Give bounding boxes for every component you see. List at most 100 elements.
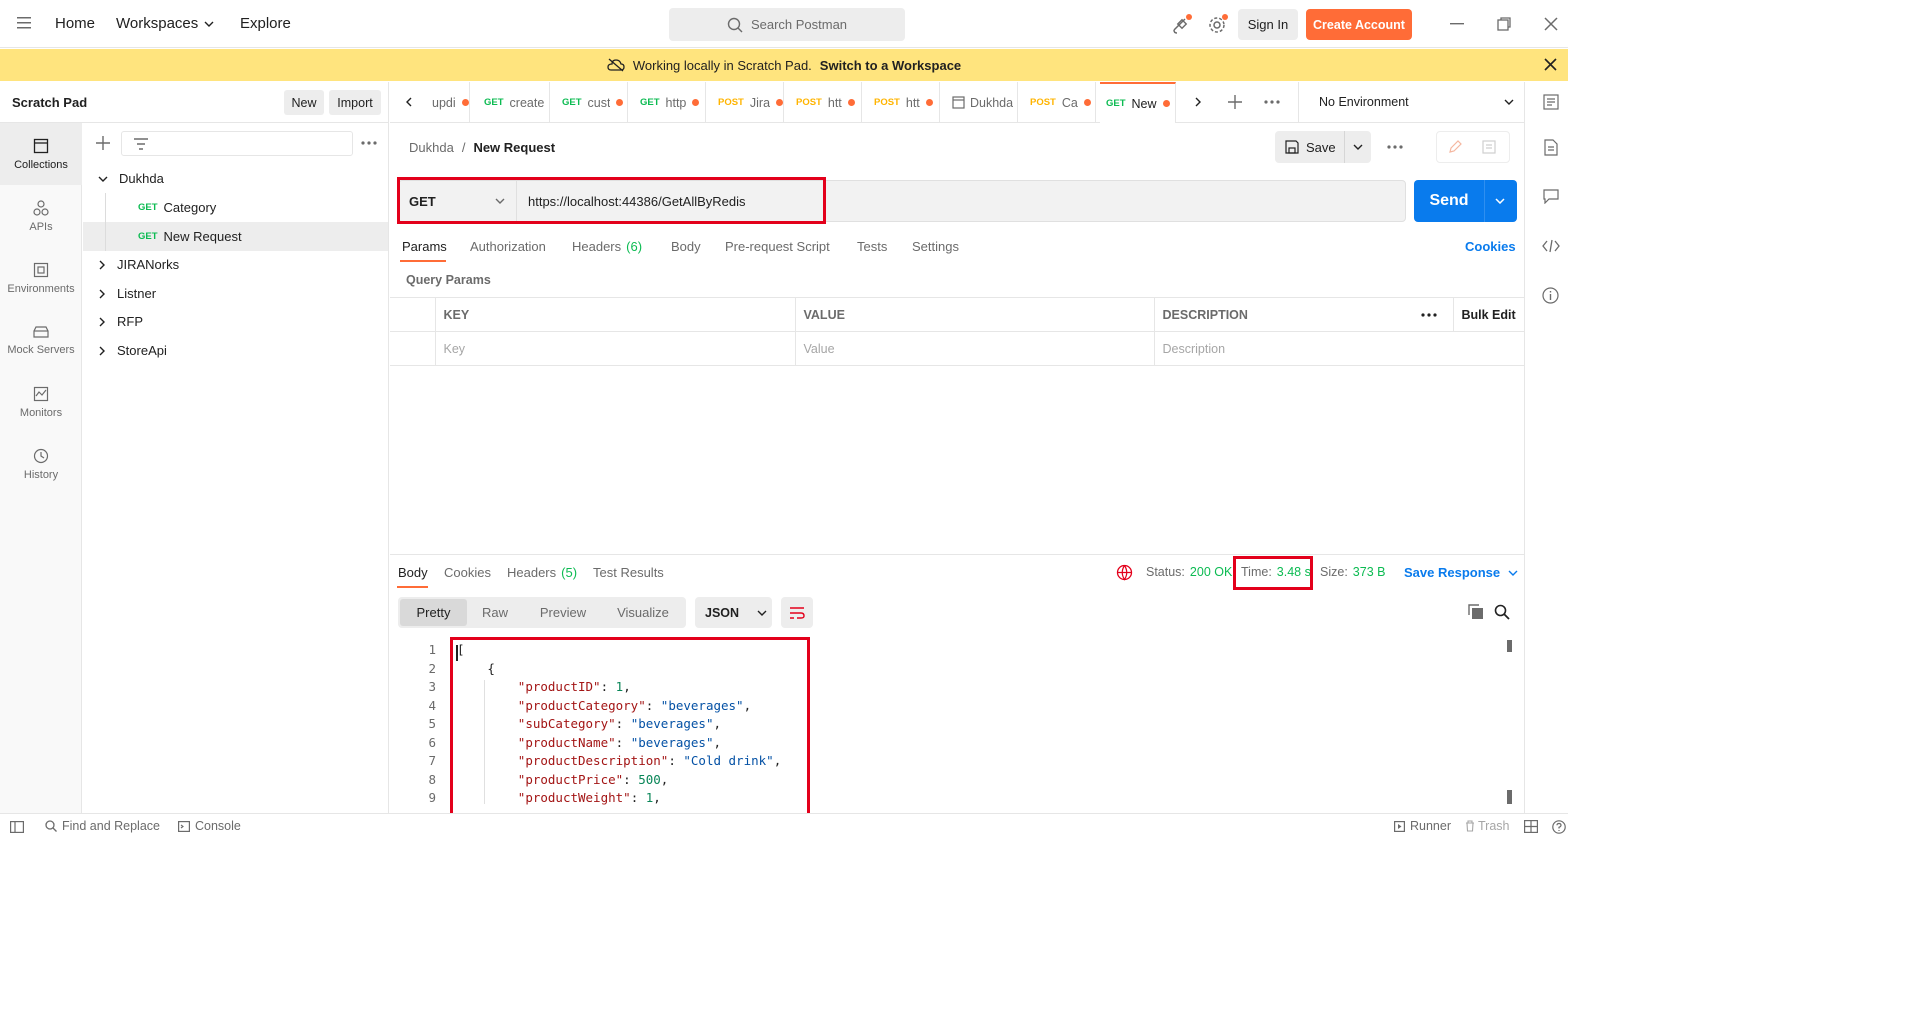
gear-icon[interactable]	[1207, 13, 1229, 35]
nav-explore[interactable]: Explore	[240, 15, 291, 32]
tree-item-label: New Request	[163, 229, 242, 244]
chevron-down-icon[interactable]	[1353, 144, 1363, 150]
plus-icon[interactable]	[96, 136, 110, 150]
comment-icon[interactable]	[1543, 189, 1559, 204]
create-account-button[interactable]: Create Account	[1306, 9, 1412, 40]
tab-2[interactable]: GET cust	[556, 82, 628, 123]
chevron-down-icon[interactable]	[1495, 198, 1505, 204]
nav-home[interactable]: Home	[55, 15, 95, 32]
view-raw[interactable]: Raw	[467, 599, 523, 626]
copy-icon[interactable]	[1468, 604, 1484, 620]
code-icon[interactable]	[1542, 239, 1560, 253]
more-icon[interactable]	[361, 141, 377, 145]
tree-item-dukhda[interactable]: Dukhda	[83, 164, 388, 193]
close-icon[interactable]	[1544, 17, 1558, 31]
resp-tab-test-results[interactable]: Test Results	[593, 565, 664, 580]
filter-input[interactable]	[121, 131, 353, 156]
tree-item-category[interactable]: GET Category	[83, 193, 388, 222]
more-icon[interactable]	[1387, 145, 1403, 149]
resp-tab-body[interactable]: Body	[398, 565, 428, 580]
close-banner-icon[interactable]	[1544, 58, 1557, 71]
breadcrumb-parent[interactable]: Dukhda	[409, 140, 454, 155]
satellite-icon[interactable]	[1171, 13, 1193, 35]
switch-workspace-link[interactable]: Switch to a Workspace	[820, 58, 961, 73]
format-select[interactable]: JSON	[695, 597, 772, 628]
subtab-settings[interactable]: Settings	[912, 239, 959, 254]
docs-icon[interactable]	[1544, 139, 1558, 156]
environment-quick-look-icon[interactable]	[1543, 94, 1559, 110]
subtab-body[interactable]: Body	[671, 239, 701, 254]
scrollbar-thumb-bottom[interactable]	[1507, 790, 1512, 804]
new-button[interactable]: New	[284, 90, 324, 115]
params-check-cell[interactable]	[390, 331, 436, 366]
edit-toggle[interactable]	[1436, 131, 1510, 163]
more-icon[interactable]	[1264, 100, 1280, 104]
resp-tab-cookies[interactable]: Cookies	[444, 565, 491, 580]
key-input[interactable]: Key	[434, 331, 796, 366]
sign-in-button[interactable]: Sign In	[1238, 9, 1298, 40]
help-icon[interactable]	[1552, 820, 1566, 834]
save-response-button[interactable]: Save Response	[1404, 565, 1518, 580]
scrollbar-thumb-top[interactable]	[1507, 640, 1512, 652]
search-input[interactable]: Search Postman	[669, 8, 905, 41]
tab-method: GET	[1106, 98, 1126, 109]
rail-apis[interactable]: APIs	[0, 185, 82, 247]
restore-icon[interactable]	[1497, 17, 1511, 31]
chevron-right-icon[interactable]	[1195, 97, 1201, 107]
environment-selector[interactable]: No Environment	[1298, 82, 1524, 123]
plus-icon[interactable]	[1228, 95, 1242, 109]
tree-item-label: JIRANorks	[117, 257, 180, 272]
tab-label: Ca	[1061, 95, 1078, 110]
rail-mock-servers[interactable]: Mock Servers	[0, 309, 82, 371]
view-pretty[interactable]: Pretty	[400, 599, 467, 626]
view-visualize[interactable]: Visualize	[603, 599, 683, 626]
rail-monitors[interactable]: Monitors	[0, 371, 82, 433]
tab-6[interactable]: POST htt	[868, 82, 940, 123]
chevron-left-icon[interactable]	[406, 97, 412, 107]
tab-0[interactable]: updi	[426, 82, 470, 123]
value-input[interactable]: Value	[794, 331, 1155, 366]
rail-history[interactable]: History	[0, 433, 82, 495]
tree-item-rfp[interactable]: RFP	[83, 307, 388, 336]
subtab-tests[interactable]: Tests	[857, 239, 887, 254]
tree-item-listner[interactable]: Listner	[83, 279, 388, 308]
search-icon[interactable]	[1494, 604, 1510, 620]
import-button[interactable]: Import	[329, 90, 381, 115]
wrap-lines-button[interactable]	[781, 597, 813, 628]
console-button[interactable]: Console	[178, 819, 241, 833]
cookies-link[interactable]: Cookies	[1465, 239, 1516, 254]
subtab-pre-request-script[interactable]: Pre-request Script	[725, 239, 830, 254]
description-input[interactable]: Description	[1153, 331, 1524, 366]
subtab-authorization[interactable]: Authorization	[470, 239, 546, 254]
tab-9-active[interactable]: GET New	[1100, 82, 1176, 123]
subtab-params[interactable]: Params	[402, 239, 447, 254]
bulk-edit-button[interactable]: Bulk Edit	[1452, 297, 1524, 332]
toggle-sidebar-icon[interactable]	[10, 821, 24, 833]
tab-4[interactable]: POST Jira	[712, 82, 784, 123]
minimize-icon[interactable]	[1450, 23, 1464, 25]
rail-collections[interactable]: Collections	[0, 123, 82, 185]
tab-1[interactable]: GET create	[478, 82, 550, 123]
tab-8[interactable]: POST Ca	[1024, 82, 1096, 123]
hamburger-icon[interactable]	[17, 17, 31, 29]
runner-button[interactable]: Runner	[1394, 819, 1451, 833]
find-replace-button[interactable]: Find and Replace	[45, 819, 160, 833]
view-preview[interactable]: Preview	[523, 599, 603, 626]
tab-3[interactable]: GET http	[634, 82, 706, 123]
save-button[interactable]: Save	[1275, 131, 1345, 163]
tree-item-storeapi[interactable]: StoreApi	[83, 336, 388, 365]
subtab-headers[interactable]: Headers (6)	[572, 239, 642, 254]
rail-environments[interactable]: Environments	[0, 247, 82, 309]
table-more-cell[interactable]	[1413, 297, 1454, 332]
trash-button[interactable]: Trash	[1465, 819, 1510, 833]
layout-icon[interactable]	[1524, 820, 1538, 833]
tree-item-new-request[interactable]: GET New Request	[83, 222, 388, 251]
tab-7[interactable]: Dukhda	[946, 82, 1018, 123]
resp-tab-headers[interactable]: Headers (5)	[507, 565, 577, 580]
nav-workspaces[interactable]: Workspaces	[116, 15, 214, 32]
info-icon[interactable]	[1542, 287, 1559, 304]
send-button[interactable]: Send	[1414, 180, 1485, 222]
tab-5[interactable]: POST htt	[790, 82, 862, 123]
globe-icon[interactable]	[1116, 564, 1133, 581]
tree-item-jiranorks[interactable]: JIRANorks	[83, 250, 388, 279]
